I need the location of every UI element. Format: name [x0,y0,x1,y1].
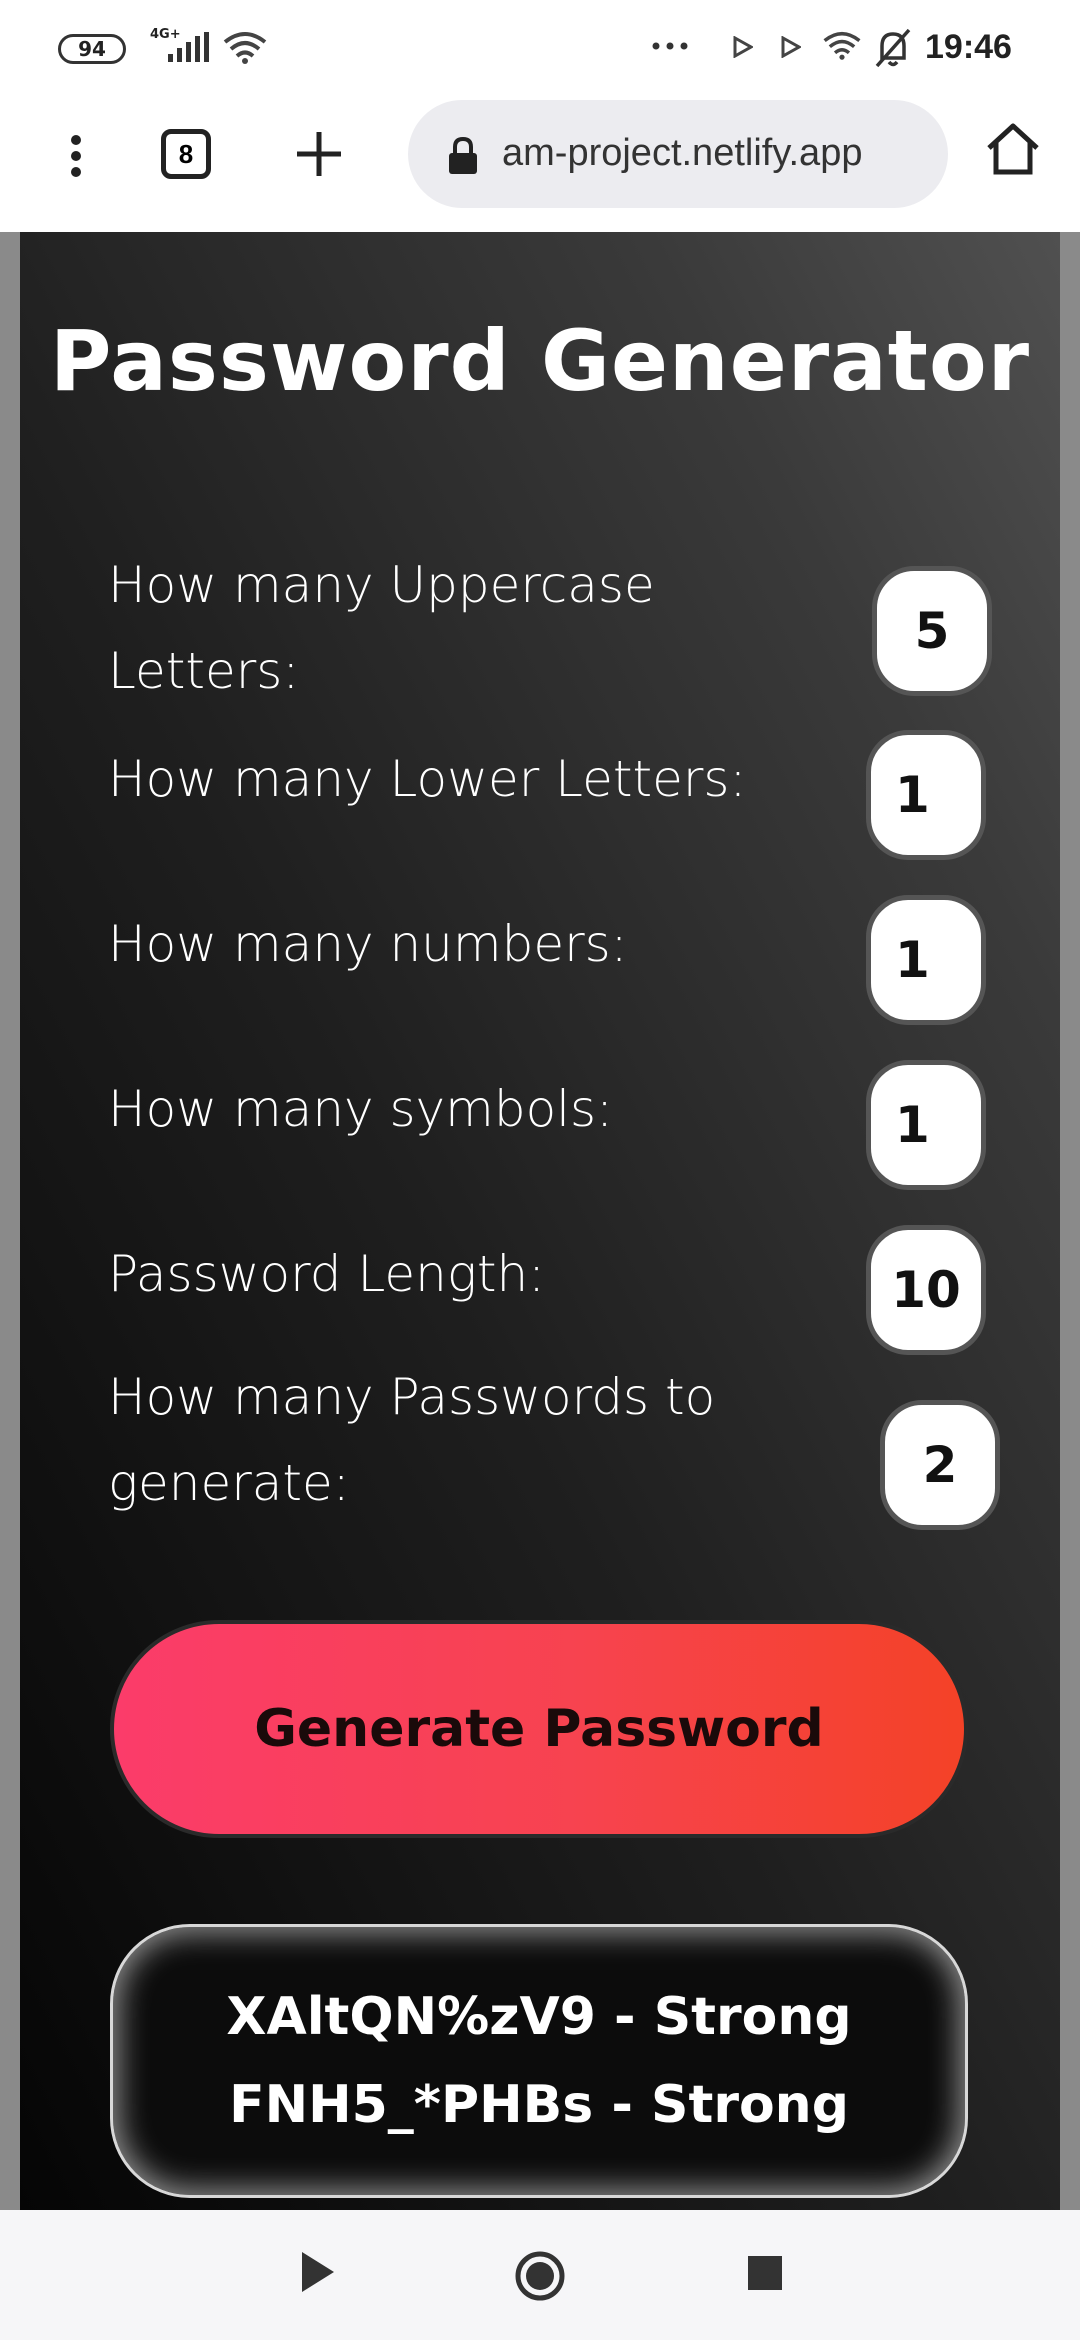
numbers-input[interactable]: 1 [866,895,986,1025]
lowercase-input[interactable]: 1 [866,730,986,860]
label-line: generate: [108,1454,350,1512]
signal-icon [168,32,209,62]
count-input[interactable]: 2 [880,1400,1000,1530]
new-tab-icon[interactable] [295,130,343,178]
length-input[interactable]: 10 [866,1225,986,1355]
generate-password-button[interactable]: Generate Password [110,1620,968,1838]
tabs-button[interactable]: 8 [161,129,211,179]
status-clock: 19:46 [925,28,1012,66]
field-label: How many Lower Letters: [108,750,747,808]
label-line: How many Passwords to [108,1368,716,1426]
results-box: XAltQN%zV9 - Strong FNH5_*PHBs - Strong [110,1924,968,2198]
menu-icon[interactable] [68,126,84,186]
page-title: Password Generator [49,312,1031,410]
field-label: How many Passwords to generate: [108,1354,808,1526]
home-icon[interactable] [985,122,1041,176]
home-circle-icon[interactable] [514,2250,566,2302]
browser-toolbar: 8 am-project.netlify.app [0,96,1080,232]
wifi-icon [223,32,267,64]
url-text[interactable]: am-project.netlify.app [502,132,942,175]
lock-icon [449,136,477,174]
battery-indicator: 94 [58,34,126,64]
result-line: XAltQN%zV9 - Strong [226,1987,852,2047]
field-label: How many Uppercase Letters: [108,542,808,714]
label-line: Letters: [108,642,300,700]
recents-square-icon[interactable] [748,2256,782,2290]
system-nav-bar [0,2210,1080,2340]
field-length: Password Length: 10 [108,1225,1008,1361]
web-page: Password Generator How many Uppercase Le… [0,232,1080,2210]
field-uppercase: How many Uppercase Letters: 5 [108,542,1008,722]
field-lowercase: How many Lower Letters: 1 [108,730,1008,866]
field-count: How many Passwords to generate: 2 [108,1354,1008,1534]
more-dots-icon [652,42,688,50]
play-icon [733,36,753,58]
status-bar: 94 4G+ 19:46 [0,0,1080,96]
generator-card: Password Generator How many Uppercase Le… [20,232,1060,2210]
symbols-input[interactable]: 1 [866,1060,986,1190]
label-line: How many Uppercase [108,556,655,614]
address-bar[interactable]: am-project.netlify.app [408,100,948,208]
field-symbols: How many symbols: 1 [108,1060,1008,1196]
field-numbers: How many numbers: 1 [108,895,1008,1031]
field-label: How many symbols: [108,1080,613,1138]
back-triangle-icon[interactable] [300,2250,336,2294]
uppercase-input[interactable]: 5 [872,566,992,696]
wifi-icon [823,31,861,60]
result-line: FNH5_*PHBs - Strong [229,2075,849,2135]
field-label: Password Length: [108,1245,546,1303]
field-label: How many numbers: [108,915,628,973]
play-icon [781,36,801,58]
bell-off-icon [875,28,911,68]
